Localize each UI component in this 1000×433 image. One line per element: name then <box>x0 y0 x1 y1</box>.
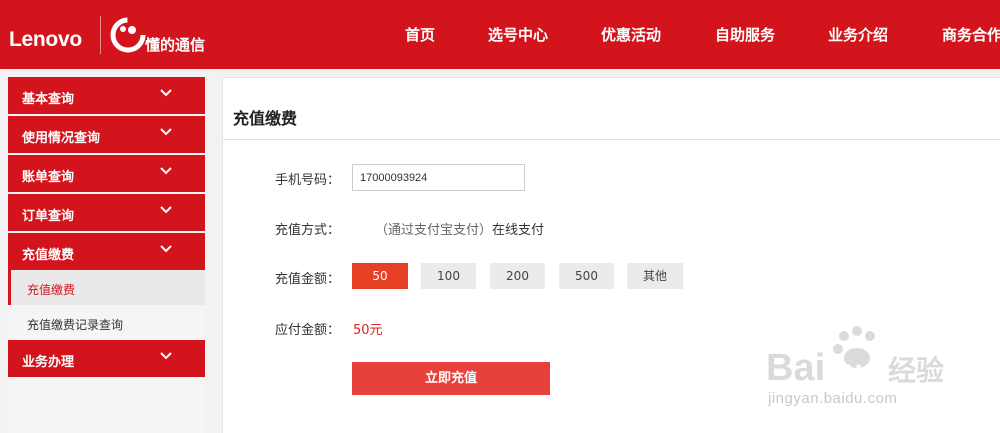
chevron-down-icon <box>160 167 172 175</box>
phone-label: 手机号码： <box>275 173 341 188</box>
amount-option-100[interactable]: 100 <box>421 263 476 289</box>
sidebar-subitem-recharge[interactable]: 充值缴费 <box>8 270 205 305</box>
payment-method-value: 在线支付 <box>492 223 545 238</box>
nav-promotions[interactable]: 优惠活动 <box>601 24 661 45</box>
amount-option-other[interactable]: 其他 <box>627 263 683 289</box>
watermark-url: jingyan.baidu.com <box>768 390 898 407</box>
amount-option-200[interactable]: 200 <box>490 263 545 289</box>
method-label: 充值方式： <box>275 223 341 238</box>
svg-text:Bai: Bai <box>766 347 825 389</box>
sidebar-item-business-handling[interactable]: 业务办理 <box>8 340 205 377</box>
amount-option-50[interactable]: 50 <box>352 263 408 289</box>
sidebar-item-label: 使用情况查询 <box>22 131 101 146</box>
amount-option-500[interactable]: 500 <box>559 263 614 289</box>
sidebar-item-bill-query[interactable]: 账单查询 <box>8 155 205 192</box>
sidebar-subitem-label: 充值缴费记录查询 <box>27 318 124 332</box>
nav-home[interactable]: 首页 <box>405 24 435 45</box>
svg-text:du: du <box>826 354 863 387</box>
recharge-now-button[interactable]: 立即充值 <box>352 362 550 395</box>
sidebar-item-label: 充值缴费 <box>22 248 75 263</box>
divider <box>223 139 1000 140</box>
top-header: Lenovo 懂的通信 首页 选号中心 优惠活动 自助服务 业务介绍 商务合作 <box>0 0 1000 69</box>
watermark-label: 经验 <box>888 354 944 387</box>
payment-method-note: （通过支付宝支付） <box>375 223 493 238</box>
amount-label: 充值金额： <box>275 272 341 287</box>
main-nav: 首页 选号中心 优惠活动 自助服务 业务介绍 商务合作 <box>0 0 1000 69</box>
nav-number-center[interactable]: 选号中心 <box>488 24 548 45</box>
sidebar: 基本查询 使用情况查询 账单查询 订单查询 充值缴费 充值缴费 充值缴费记录查询… <box>8 77 205 433</box>
nav-business-cooperation[interactable]: 商务合作 <box>942 24 1000 45</box>
phone-number-input[interactable] <box>352 164 525 191</box>
sidebar-item-basic-query[interactable]: 基本查询 <box>8 77 205 114</box>
chevron-down-icon <box>160 206 172 214</box>
pay-label: 应付金额： <box>275 323 341 338</box>
nav-business-intro[interactable]: 业务介绍 <box>828 24 888 45</box>
page-title: 充值缴费 <box>233 109 298 128</box>
chevron-down-icon <box>160 128 172 136</box>
sidebar-item-label: 基本查询 <box>22 92 75 107</box>
nav-self-service[interactable]: 自助服务 <box>715 24 775 45</box>
sidebar-item-recharge[interactable]: 充值缴费 <box>8 233 205 270</box>
sidebar-item-usage-query[interactable]: 使用情况查询 <box>8 116 205 153</box>
chevron-down-icon <box>160 89 172 97</box>
payment-method: （通过支付宝支付）在线支付 <box>375 219 544 238</box>
chevron-down-icon <box>160 352 172 360</box>
sidebar-subitem-label: 充值缴费 <box>27 283 76 297</box>
sidebar-item-label: 订单查询 <box>22 209 75 224</box>
sidebar-item-order-query[interactable]: 订单查询 <box>8 194 205 231</box>
sidebar-item-label: 账单查询 <box>22 170 75 185</box>
pay-amount: 50元 <box>353 323 383 338</box>
chevron-down-icon <box>160 245 172 253</box>
sidebar-subitem-recharge-history[interactable]: 充值缴费记录查询 <box>8 305 205 340</box>
sidebar-item-label: 业务办理 <box>22 355 75 370</box>
